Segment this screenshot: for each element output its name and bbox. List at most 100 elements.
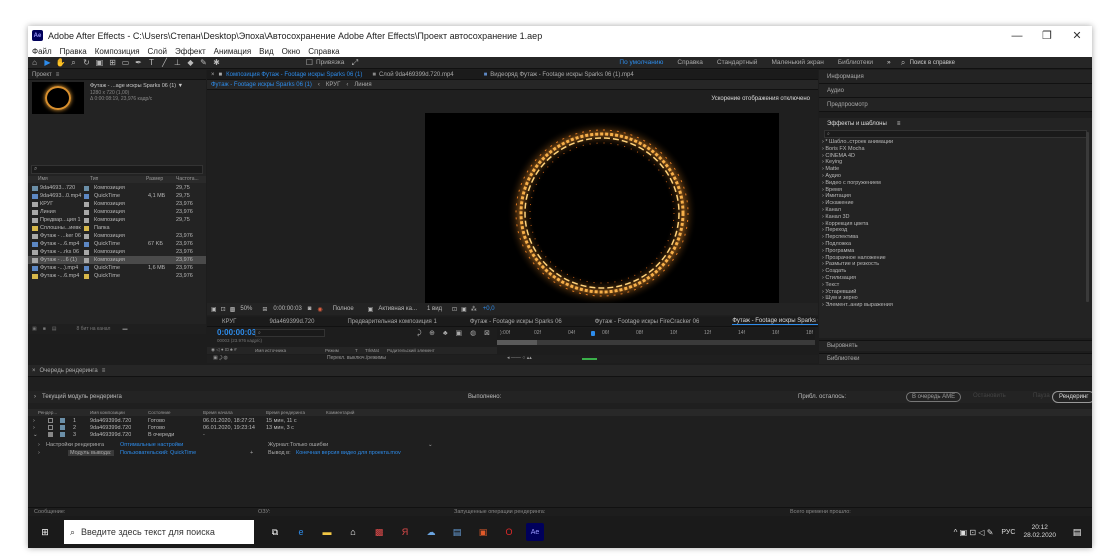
- lock-icon[interactable]: ■: [219, 72, 223, 78]
- timeline-tab[interactable]: Футаж - Footage искры Sparks 06: [470, 319, 562, 325]
- camera-select[interactable]: Активная ка...: [378, 306, 417, 312]
- menu-help[interactable]: Справка: [308, 47, 339, 56]
- col-name[interactable]: Имя: [38, 176, 48, 182]
- gift-icon[interactable]: ▩: [370, 523, 388, 541]
- project-item[interactable]: Сплошны...иевк Папка: [28, 224, 206, 232]
- render-queue-tab[interactable]: × Очередь рендеринга ≡: [28, 365, 1092, 377]
- project-item[interactable]: 9da4693...720 Композиция 29,75: [28, 184, 206, 192]
- always-preview-icon[interactable]: ▣: [211, 306, 217, 313]
- effect-category[interactable]: › Размытие и резкость: [819, 261, 1092, 268]
- language-indicator[interactable]: РУС: [1001, 529, 1015, 536]
- effect-category[interactable]: › Программа: [819, 248, 1092, 255]
- row-expand-icon[interactable]: ›: [33, 418, 35, 424]
- project-item[interactable]: Футаж -...).mp4 QuickTime 1,6 МБ 23,976: [28, 264, 206, 272]
- weather-icon[interactable]: ☁: [422, 523, 440, 541]
- menu-view[interactable]: Вид: [259, 47, 273, 56]
- taskbar-search[interactable]: ⌕ Введите здесь текст для поиска: [64, 520, 254, 544]
- mask-icon[interactable]: ▩: [230, 306, 236, 313]
- delete-icon[interactable]: ▬: [122, 326, 127, 332]
- render-settings-select[interactable]: Оптимальные настройки: [120, 442, 183, 448]
- effects-scrollbar[interactable]: [1086, 132, 1089, 302]
- brush-tool-icon[interactable]: ╱: [158, 58, 171, 68]
- project-search-input[interactable]: ⌕: [31, 165, 203, 174]
- effect-category[interactable]: › Элемент..анир выражения: [819, 302, 1092, 309]
- timeline-icon[interactable]: ▣: [461, 306, 467, 313]
- work-area-fill[interactable]: [497, 340, 537, 345]
- puppet-tool-icon[interactable]: ✱: [210, 58, 223, 68]
- effect-category[interactable]: › Имитация: [819, 193, 1092, 200]
- zoom-slider[interactable]: ◂ —— ○ ▴▴: [507, 355, 532, 361]
- effect-category[interactable]: › Время: [819, 187, 1092, 194]
- current-module-toggle[interactable]: ›: [34, 394, 36, 400]
- row-checkbox[interactable]: [48, 432, 53, 437]
- workspace-standard[interactable]: Стандартный: [717, 59, 758, 66]
- row-expand-icon[interactable]: ›: [33, 425, 35, 431]
- roto-tool-icon[interactable]: ✎: [197, 58, 210, 68]
- menu-layer[interactable]: Слой: [148, 47, 167, 56]
- project-item[interactable]: 9da4693...0.mp4 QuickTime 4,1 МБ 29,75: [28, 192, 206, 200]
- clock[interactable]: 20:12 28.02.2020: [1023, 524, 1056, 540]
- explorer-icon[interactable]: ▬: [318, 523, 336, 541]
- snapshot-timecode[interactable]: 0:00:00:03: [273, 306, 301, 312]
- project-item[interactable]: Футаж -...6.mp4 QuickTime 67 KБ 23,976: [28, 240, 206, 248]
- workspace-default[interactable]: По умолчанию: [619, 59, 663, 66]
- project-item[interactable]: Футаж - ...ker 06 Композиция 23,976: [28, 232, 206, 240]
- comp-flowchart-icon[interactable]: ▣ ⤸ ◍: [213, 355, 228, 361]
- workspace-more[interactable]: »: [887, 59, 891, 66]
- close-button[interactable]: ✕: [1062, 29, 1092, 42]
- interpret-footage-icon[interactable]: ▣: [32, 326, 37, 332]
- effect-category[interactable]: › Boris FX Mocha: [819, 146, 1092, 153]
- pause-button[interactable]: Пауза: [1028, 392, 1055, 400]
- workspace-small-screen[interactable]: Маленький экран: [771, 59, 823, 66]
- viewer-canvas[interactable]: [425, 113, 779, 312]
- effect-category[interactable]: › Перспектива: [819, 234, 1092, 241]
- views-select[interactable]: 1 вид: [427, 306, 442, 312]
- minimize-button[interactable]: —: [1002, 30, 1032, 42]
- draft-3d-icon[interactable]: ⤸: [417, 330, 421, 337]
- color-icon[interactable]: ◉: [317, 306, 322, 313]
- effect-category[interactable]: › Текст: [819, 282, 1092, 289]
- new-folder-icon[interactable]: ■: [43, 326, 46, 332]
- render-row[interactable]: ⌄ 3 9da469399d.720 В очереди -: [28, 431, 1092, 438]
- menu-file[interactable]: Файл: [32, 47, 52, 56]
- effect-category[interactable]: › Канал 3D: [819, 214, 1092, 221]
- tray-icons[interactable]: ^ ▣ ⊡ ◁ ✎: [954, 528, 994, 537]
- timeline-tab[interactable]: 9da469399d.720: [269, 319, 314, 325]
- menu-window[interactable]: Окно: [282, 47, 301, 56]
- menu-edit[interactable]: Правка: [60, 47, 87, 56]
- selection-tool-icon[interactable]: ▶: [41, 58, 54, 68]
- viewer-tab-footage[interactable]: Видеоряд Футаж - Footage искры Sparks 06…: [490, 72, 633, 78]
- bpc-label[interactable]: 8 бит на канал: [77, 326, 111, 332]
- mail-icon[interactable]: ▤: [448, 523, 466, 541]
- queue-ame-button[interactable]: В очередь AME: [906, 392, 962, 402]
- flowchart-icon[interactable]: ⁂: [471, 306, 477, 313]
- effect-category[interactable]: › Шум и зерно: [819, 295, 1092, 302]
- info-panel-header[interactable]: Информация: [819, 70, 1092, 84]
- pen-tool-icon[interactable]: ✒: [132, 58, 145, 68]
- timeline-tab[interactable]: Футаж - Footage искры FireCracker 06: [595, 319, 700, 325]
- edge-icon[interactable]: e: [292, 523, 310, 541]
- subtab-krug[interactable]: КРУГ: [326, 82, 340, 88]
- project-item[interactable]: Футаж -...rks 06 Композиция 23,976: [28, 248, 206, 256]
- zoom-tool-icon[interactable]: ⌕: [67, 58, 80, 68]
- playhead[interactable]: [591, 331, 595, 336]
- clone-tool-icon[interactable]: ⊥: [171, 58, 184, 68]
- row-checkbox[interactable]: [48, 425, 53, 430]
- effect-category[interactable]: › Keying: [819, 159, 1092, 166]
- camera-tool-icon[interactable]: ▣: [93, 58, 106, 68]
- new-comp-icon[interactable]: ▤: [52, 326, 57, 332]
- preview-panel-header[interactable]: Предпросмотр: [819, 98, 1092, 112]
- office-icon[interactable]: ▣: [474, 523, 492, 541]
- menu-animation[interactable]: Анимация: [214, 47, 252, 56]
- log-select[interactable]: Только ошибки: [290, 442, 328, 448]
- timeline-tab[interactable]: КРУГ: [222, 319, 236, 325]
- rectangle-tool-icon[interactable]: ▭: [119, 58, 132, 68]
- switch-modes-toggle[interactable]: Перекл. выключ./режимы: [327, 355, 386, 361]
- search-icon[interactable]: ⌕: [897, 58, 910, 68]
- project-item[interactable]: Футаж -...6.mp4 QuickTime 23,976: [28, 272, 206, 280]
- row-checkbox[interactable]: [48, 418, 53, 423]
- project-item[interactable]: Линия Композиция 23,976: [28, 208, 206, 216]
- shy-icon[interactable]: ♣: [443, 330, 448, 337]
- project-tab[interactable]: Проект ≡: [28, 70, 206, 80]
- stop-button[interactable]: Остановить: [968, 392, 1011, 400]
